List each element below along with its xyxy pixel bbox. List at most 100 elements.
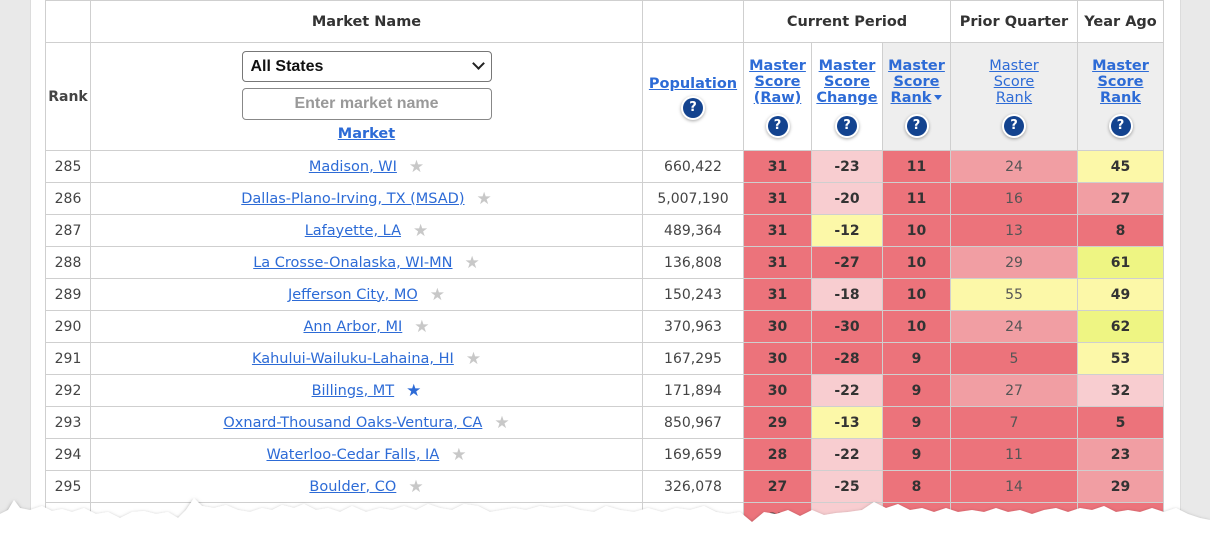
population-cell: 660,422 xyxy=(642,150,744,183)
ms-raw-sort-link[interactable]: Master Score (Raw) xyxy=(749,58,806,106)
yearago-rank-cell: 62 xyxy=(1077,310,1164,343)
ms-change-cell: -12 xyxy=(811,214,883,247)
year-ago-group-header: Year Ago xyxy=(1077,0,1164,43)
state-select[interactable]: All States xyxy=(241,51,492,82)
market-cell: Lafayette, LA ★ xyxy=(90,214,643,247)
ms-change-cell: -22 xyxy=(811,438,883,471)
star-icon[interactable]: ★ xyxy=(466,349,481,369)
rank-cell: 289 xyxy=(45,278,91,311)
yearago-rank-cell: 49 xyxy=(1077,278,1164,311)
help-icon[interactable]: ? xyxy=(1004,115,1024,136)
market-link[interactable]: Ann Arbor, MI xyxy=(303,319,402,335)
ms-raw-cell: 31 xyxy=(743,278,812,311)
market-name-group-header: Market Name xyxy=(90,0,643,43)
yearago-rank-cell: 5 xyxy=(1077,406,1164,439)
ms-rank-cell: 9 xyxy=(882,342,951,375)
star-icon[interactable]: ★ xyxy=(413,221,428,241)
ms-change-sort-link[interactable]: Master Score Change xyxy=(816,58,877,106)
help-icon[interactable]: ? xyxy=(767,115,788,136)
ms-raw-cell: 30 xyxy=(743,342,812,375)
table-body: 285 Madison, WI ★ 660,422 31 -23 11 24 45 286 Dall… xyxy=(45,150,1164,535)
rank-cell: 287 xyxy=(45,214,91,247)
help-icon[interactable]: ? xyxy=(837,115,857,136)
market-link[interactable]: Jefferson City, MO xyxy=(288,287,418,303)
market-link[interactable]: Dallas-Plano-Irving, TX (MSAD) xyxy=(241,191,464,207)
caret-down-icon xyxy=(934,95,943,100)
content-area: Market Name Current Period Prior Quarter… xyxy=(31,0,1180,540)
star-icon[interactable]: ★ xyxy=(409,157,424,177)
table-row: 289 Jefferson City, MO ★ 150,243 31 -18 10 55 49 xyxy=(45,278,1164,311)
market-link[interactable]: Lafayette, LA xyxy=(305,223,401,239)
ms-rank-sort-link[interactable]: Master Score Rank xyxy=(888,58,945,106)
state-select-value: All States xyxy=(250,58,324,75)
market-cell: Dallas-Plano-Irving, TX (MSAD) ★ xyxy=(90,182,643,215)
star-icon[interactable]: ★ xyxy=(430,285,445,305)
population-cell: 5,007,190 xyxy=(642,182,744,215)
prior-rank-column-header: Master Score Rank ? xyxy=(950,42,1078,151)
population-cell: 169,659 xyxy=(642,438,744,471)
rank-cell: 293 xyxy=(45,406,91,439)
star-icon[interactable]: ★ xyxy=(451,445,466,465)
market-column-header: All States Enter market name Market xyxy=(90,42,643,151)
yearago-rank-column-header: Master Score Rank ? xyxy=(1077,42,1164,151)
label-line: Score xyxy=(893,73,940,90)
help-icon[interactable]: ? xyxy=(683,97,703,118)
label-line: Change xyxy=(816,89,878,106)
yearago-rank-sort-link[interactable]: Master Score Rank xyxy=(1092,58,1149,106)
rank-group-header xyxy=(45,0,91,43)
ms-rank-cell: 9 xyxy=(882,438,951,471)
ms-raw-cell: 28 xyxy=(743,438,812,471)
star-icon[interactable]: ★ xyxy=(477,189,492,209)
label-line: Master xyxy=(1092,57,1149,74)
prior-rank-cell: 7 xyxy=(950,406,1078,439)
help-icon[interactable]: ? xyxy=(906,115,927,136)
ms-raw-cell: 30 xyxy=(743,374,812,407)
label-line: Master xyxy=(749,57,806,74)
market-link[interactable]: Billings, MT xyxy=(312,383,395,399)
label-line: Master xyxy=(818,57,876,74)
market-sort-link[interactable]: Market xyxy=(338,126,395,142)
market-cell: Kahului-Wailuku-Lahaina, HI ★ xyxy=(90,342,643,375)
market-cell: Madison, WI ★ xyxy=(90,150,643,183)
star-icon[interactable]: ★ xyxy=(494,413,509,433)
market-link[interactable]: Kahului-Wailuku-Lahaina, HI xyxy=(252,351,454,367)
ms-change-cell: -28 xyxy=(811,342,883,375)
ms-raw-column-header: Master Score (Raw) ? xyxy=(743,42,812,151)
market-cell: Waterloo-Cedar Falls, IA ★ xyxy=(90,438,643,471)
market-cell: Oxnard-Thousand Oaks-Ventura, CA ★ xyxy=(90,406,643,439)
chevron-down-icon xyxy=(471,57,485,70)
yearago-rank-cell: 27 xyxy=(1077,182,1164,215)
ms-change-cell: -23 xyxy=(811,150,883,183)
label-line: Score xyxy=(1097,73,1144,90)
table-row: 292 Billings, MT ★ 171,894 30 -22 9 27 32 xyxy=(45,374,1164,407)
population-sort-link[interactable]: Population xyxy=(649,76,737,92)
ms-change-cell: -22 xyxy=(811,374,883,407)
help-icon[interactable]: ? xyxy=(1110,115,1131,136)
star-icon[interactable]: ★ xyxy=(465,253,480,273)
rank-column-header: Rank xyxy=(45,42,91,151)
population-column-header: Population ? xyxy=(642,42,744,151)
star-icon[interactable]: ★ xyxy=(414,317,429,337)
market-link[interactable]: Oxnard-Thousand Oaks-Ventura, CA xyxy=(223,415,482,431)
prior-rank-sort-link[interactable]: Master Score Rank xyxy=(989,58,1039,106)
table-row: 291 Kahului-Wailuku-Lahaina, HI ★ 167,295 30… xyxy=(45,342,1164,375)
population-cell: 370,963 xyxy=(642,310,744,343)
market-link[interactable]: Madison, WI xyxy=(309,159,397,175)
market-link[interactable]: La Crosse-Onalaska, WI-MN xyxy=(253,255,452,271)
ms-raw-cell: 31 xyxy=(743,246,812,279)
yearago-rank-cell: 8 xyxy=(1077,214,1164,247)
market-link[interactable]: Waterloo-Cedar Falls, IA xyxy=(266,447,439,463)
market-cell: Ann Arbor, MI ★ xyxy=(90,310,643,343)
ms-change-cell: -20 xyxy=(811,182,883,215)
star-icon[interactable]: ★ xyxy=(406,381,421,401)
ms-rank-cell: 10 xyxy=(882,246,951,279)
population-cell: 171,894 xyxy=(642,374,744,407)
market-search-input[interactable]: Enter market name xyxy=(241,88,492,120)
population-cell: 136,808 xyxy=(642,246,744,279)
prior-rank-cell: 13 xyxy=(950,214,1078,247)
ms-change-cell: -13 xyxy=(811,406,883,439)
market-cell: Jefferson City, MO ★ xyxy=(90,278,643,311)
prior-rank-cell: 16 xyxy=(950,182,1078,215)
prior-rank-cell: 5 xyxy=(950,342,1078,375)
prior-rank-cell: 55 xyxy=(950,278,1078,311)
